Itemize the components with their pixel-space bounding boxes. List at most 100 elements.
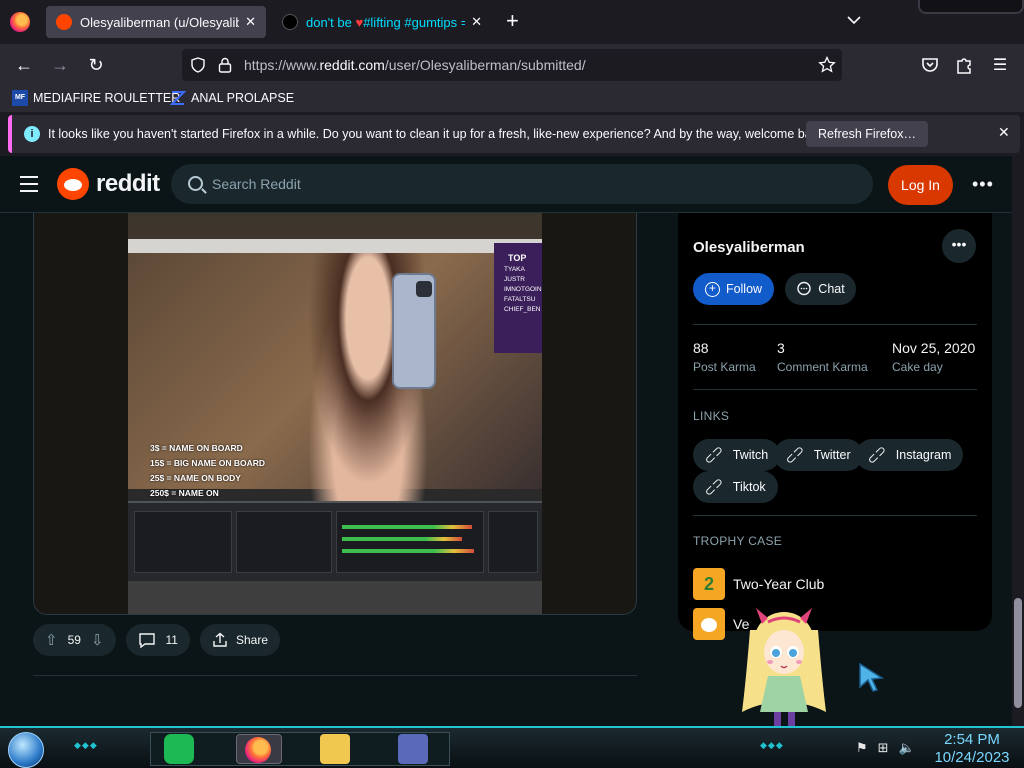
reddit-snoo-logo-icon[interactable] (57, 168, 89, 200)
scrollbar-thumb[interactable] (1014, 598, 1022, 708)
stream-chat-overlay: TOP TYAKA JUSTR IMNOTGOIN FATALTSU CHIEF… (494, 243, 542, 353)
extensions-puzzle-icon[interactable] (952, 53, 976, 77)
link-chain-icon: ⊂⊃ (700, 473, 727, 500)
chat-button[interactable]: Chat (785, 273, 856, 305)
system-tray: ⚑ ⊞ 🔈 (856, 740, 915, 756)
verified-badge-icon (693, 608, 725, 640)
chat-bubble-icon (797, 281, 811, 296)
post-actions: ⇧ 59 ⇩ 11 Share (33, 624, 281, 656)
bookmark-label: ANAL PROLAPSE (191, 91, 295, 105)
padlock-icon[interactable] (218, 57, 232, 73)
url-text[interactable]: https://www.reddit.com/user/Olesyaliberm… (244, 57, 586, 73)
bookmark-mediafire[interactable]: MF MEDIAFIRE ROULETTER (12, 90, 180, 106)
action-center-flag-icon[interactable]: ⚑ (856, 740, 868, 756)
pocket-icon[interactable] (918, 53, 942, 77)
stat-comment-karma: 3 Comment Karma (777, 340, 868, 374)
reddit-wordmark[interactable]: reddit (96, 170, 160, 198)
link-chain-icon: ⊂⊃ (863, 441, 890, 468)
navigation-toolbar: ← → ↻ https://www.reddit.com/user/Olesya… (0, 44, 1024, 86)
bookmark-second[interactable]: ANAL PROLAPSE (170, 90, 294, 106)
trophy-two-year-club: 2 Two-Year Club (693, 568, 824, 600)
firefox-taskbar-button[interactable] (236, 734, 282, 764)
back-arrow-icon[interactable]: ← (12, 53, 36, 77)
search-icon (188, 176, 203, 191)
more-options-icon[interactable]: ••• (972, 174, 994, 195)
links-heading: LINKS (693, 409, 730, 423)
comment-bubble-icon (138, 633, 155, 648)
tab-strip: Olesyaliberman (u/Olesyaliberm ✕ don't b… (0, 0, 1024, 44)
forward-arrow-icon[interactable]: → (48, 53, 72, 77)
bookmark-star-icon[interactable] (818, 56, 836, 74)
start-orb-icon[interactable] (8, 732, 44, 768)
profile-options-icon[interactable]: ••• (942, 229, 976, 263)
post-media[interactable]: TOP TYAKA JUSTR IMNOTGOIN FATALTSU CHIEF… (33, 213, 637, 615)
refresh-firefox-button[interactable]: Refresh Firefox… (806, 121, 928, 147)
search-input[interactable]: Search Reddit (212, 176, 301, 192)
system-clock[interactable]: 2:54 PM 10/24/2023 (924, 731, 1020, 767)
link-twitter[interactable]: ⊂⊃ Twitter (774, 439, 863, 471)
notes-app-icon[interactable] (164, 734, 194, 764)
sidebar-divider (693, 324, 977, 325)
link-twitch[interactable]: ⊂⊃ Twitch (693, 439, 781, 471)
obs-panel (128, 501, 542, 581)
vote-control: ⇧ 59 ⇩ (33, 624, 116, 656)
tracking-shield-icon[interactable] (190, 57, 206, 73)
reddit-page: reddit Search Reddit Log In ••• TOP TYAK… (0, 156, 1012, 726)
refresh-firefox-notification: i It looks like you haven't started Fire… (8, 115, 1020, 153)
link-chain-icon: ⊂⊃ (781, 441, 808, 468)
window-caption-decoration (918, 0, 1024, 14)
desk-surface (128, 581, 542, 614)
clock-date: 10/24/2023 (934, 749, 1010, 766)
share-label: Share (235, 633, 269, 647)
taskbar-decoration: ◆◆◆ (74, 740, 98, 750)
control-panel-icon[interactable] (398, 734, 428, 764)
two-year-club-badge-icon: 2 (693, 568, 725, 600)
address-bar[interactable]: https://www.reddit.com/user/Olesyaliberm… (182, 49, 842, 81)
share-icon (213, 632, 227, 647)
link-instagram[interactable]: ⊂⊃ Instagram (856, 439, 964, 471)
stat-post-karma: 88 Post Karma (693, 340, 756, 374)
sidebar-divider (693, 389, 977, 390)
close-notification-icon[interactable]: ✕ (998, 124, 1010, 141)
search-bar[interactable]: Search Reddit (171, 164, 873, 204)
follow-button[interactable]: + Follow (693, 273, 774, 305)
reddit-favicon-icon (56, 14, 72, 30)
vote-count: 59 (67, 633, 81, 647)
tab-close-icon[interactable]: ✕ (245, 14, 256, 30)
tab-tiktok[interactable]: don't be ♥#lifting #gumtips = ✕ (272, 6, 492, 38)
taskbar: ◆◆◆ ◆◆◆ ⚑ ⊞ 🔈 2:54 PM 10/24/2023 (0, 726, 1024, 768)
app-menu-hamburger-icon[interactable]: ☰ (988, 53, 1012, 77)
clock-time: 2:54 PM (944, 731, 1000, 748)
new-tab-plus-icon[interactable]: + (506, 9, 519, 33)
profile-sidebar: Olesyaliberman ••• + Follow Chat 88 Post… (678, 213, 992, 640)
reload-icon[interactable]: ↻ (84, 53, 108, 77)
firefox-icon[interactable] (10, 12, 30, 32)
bookmark-favicon-icon (170, 91, 186, 105)
upvote-arrow-icon[interactable]: ⇧ (45, 631, 58, 649)
mouse-cursor-icon (859, 662, 884, 692)
tab-reddit-profile[interactable]: Olesyaliberman (u/Olesyaliberm ✕ (46, 6, 266, 38)
smartphone (392, 273, 436, 389)
downvote-arrow-icon[interactable]: ⇩ (91, 631, 104, 649)
price-overlay: 3$ = NAME ON BOARD 15$ = BIG NAME ON BOA… (150, 443, 266, 498)
link-chain-icon: ⊂⊃ (700, 441, 727, 468)
tab-title: Olesyaliberman (u/Olesyaliberm (80, 14, 240, 30)
monitor-menubar (128, 239, 542, 253)
desktop-mascot-character (742, 608, 826, 728)
volume-icon[interactable]: 🔈 (899, 740, 915, 756)
network-icon[interactable]: ⊞ (878, 740, 889, 756)
share-button[interactable]: Share (199, 624, 281, 656)
notification-message: It looks like you haven't started Firefo… (48, 127, 828, 141)
list-all-tabs-chevron-icon[interactable] (846, 12, 862, 28)
file-explorer-folder-icon[interactable] (320, 734, 350, 764)
page-scrollbar[interactable] (1012, 156, 1024, 726)
comments-button[interactable]: 11 (125, 624, 190, 656)
mediafire-favicon-icon: MF (12, 90, 28, 106)
menu-hamburger-icon[interactable] (20, 176, 38, 192)
tab-close-icon[interactable]: ✕ (471, 14, 482, 30)
login-button[interactable]: Log In (888, 165, 953, 205)
bookmark-label: MEDIAFIRE ROULETTER (33, 91, 181, 105)
plus-icon: + (704, 281, 720, 297)
reddit-header: reddit Search Reddit Log In ••• (0, 156, 1012, 213)
link-tiktok[interactable]: ⊂⊃ Tiktok (693, 471, 778, 503)
